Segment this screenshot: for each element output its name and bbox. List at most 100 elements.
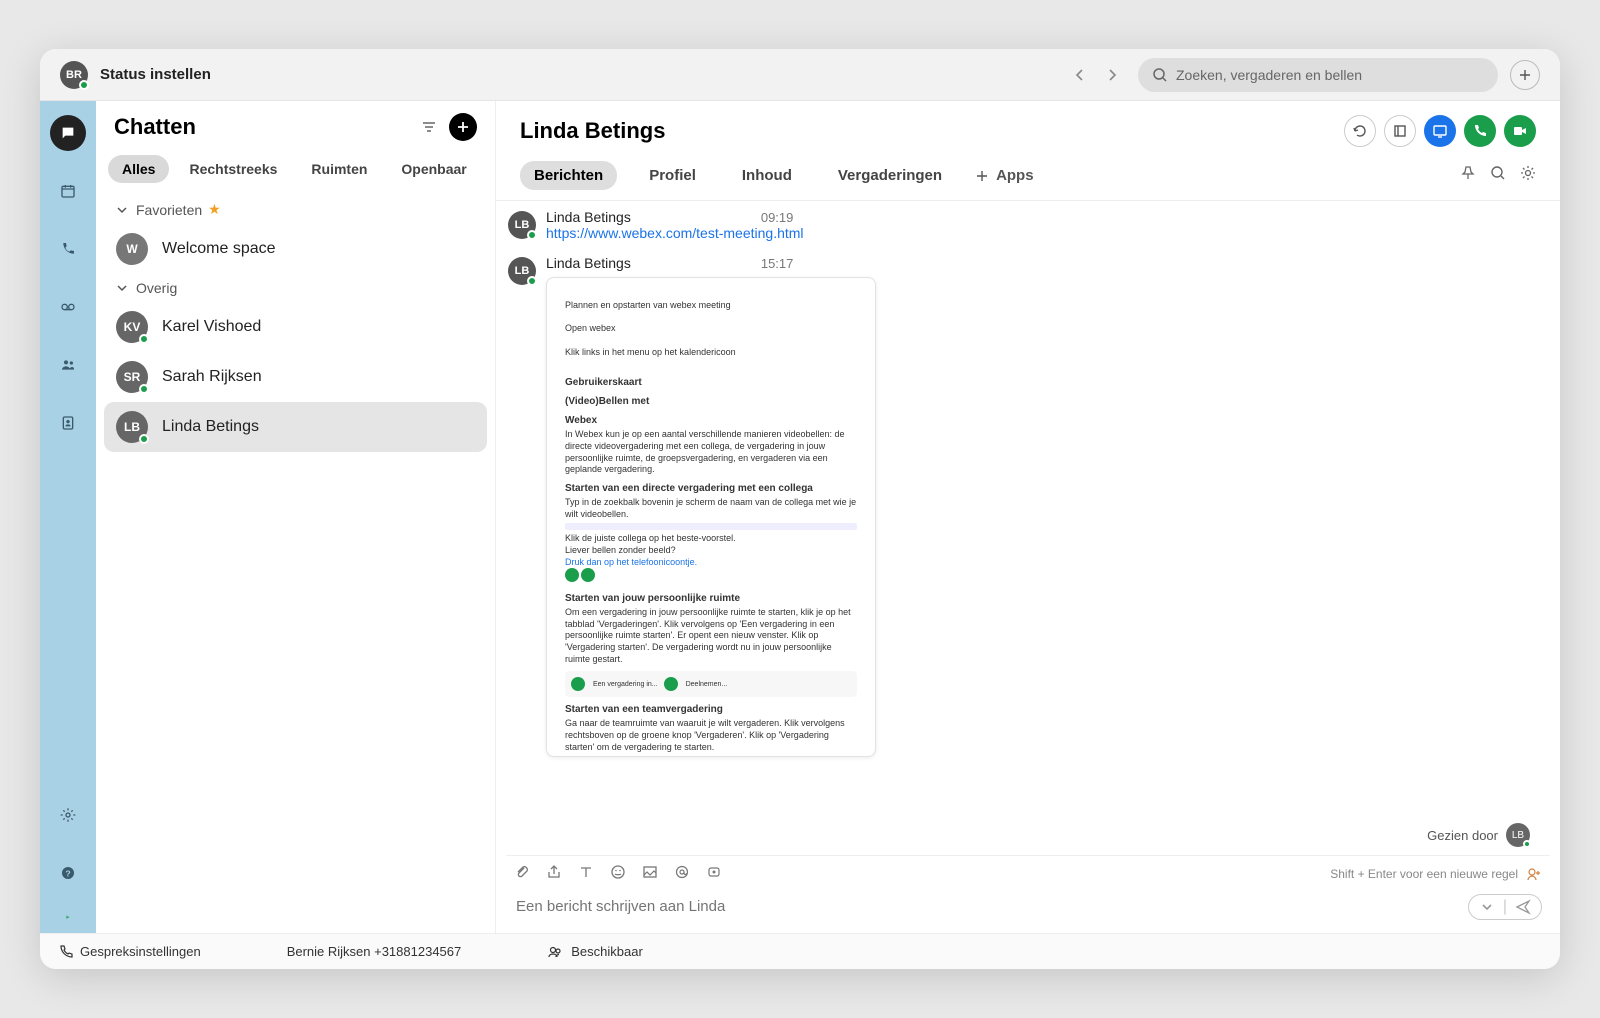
gear-icon <box>60 807 76 823</box>
refresh-button[interactable] <box>1344 115 1376 147</box>
meet-button[interactable] <box>1424 115 1456 147</box>
person-add-icon <box>1526 866 1542 882</box>
copy-link-button[interactable] <box>1384 115 1416 147</box>
sidebar-tab-rechtstreeks[interactable]: Rechtstreeks <box>175 155 291 183</box>
space-welcome[interactable]: W Welcome space <box>104 224 487 274</box>
self-avatar-initials: BR <box>66 69 82 81</box>
sidebar-tab-alles[interactable]: Alles <box>108 155 169 183</box>
audio-call-button[interactable] <box>1464 115 1496 147</box>
chat-tab-profiel[interactable]: Profiel <box>635 161 710 190</box>
seen-by-avatar[interactable]: LB <box>1506 823 1530 847</box>
document-attachment[interactable]: Plannen en opstarten van webex meeting O… <box>546 277 876 757</box>
seen-by-row: Gezien door LB <box>496 813 1560 855</box>
star-icon: ★ <box>208 201 221 218</box>
plus-icon <box>455 119 471 135</box>
rail-calendar[interactable] <box>50 173 86 209</box>
space-karel[interactable]: KV Karel Vishoed <box>104 302 487 352</box>
rail-messaging[interactable] <box>50 115 86 151</box>
send-icon <box>1515 899 1531 915</box>
search-in-space-button[interactable] <box>1490 165 1506 186</box>
message-item: LB Linda Betings 09:19 https://www.webex… <box>508 205 1530 251</box>
forward-button[interactable] <box>1098 61 1126 89</box>
attach-button[interactable] <box>514 864 530 884</box>
mention-button[interactable] <box>674 864 690 884</box>
space-avatar: LB <box>116 411 148 443</box>
search-icon <box>1152 67 1168 83</box>
plus-icon <box>974 168 990 184</box>
rail-voicemail[interactable] <box>50 289 86 325</box>
rail-teams[interactable] <box>50 347 86 383</box>
help-icon: ? <box>60 865 76 881</box>
message-link[interactable]: https://www.webex.com/test-meeting.html <box>546 225 1530 241</box>
svg-text:?: ? <box>65 868 70 878</box>
message-item: LB Linda Betings 15:17 Plannen en opstar… <box>508 251 1530 767</box>
presence-dot-icon <box>139 334 149 344</box>
chat-tab-berichten[interactable]: Berichten <box>520 161 617 190</box>
send-button[interactable]: | <box>1468 894 1542 920</box>
paperclip-icon <box>514 864 530 880</box>
chevron-down-icon <box>114 202 130 218</box>
at-icon <box>674 864 690 880</box>
export-icon <box>546 864 562 880</box>
emoji-button[interactable] <box>610 864 626 884</box>
screen-icon <box>1432 123 1448 139</box>
space-avatar: KV <box>116 311 148 343</box>
chat-tab-vergaderingen[interactable]: Vergaderingen <box>824 161 956 190</box>
set-status-button[interactable]: Status instellen <box>100 66 211 83</box>
chat-tab-apps[interactable]: Apps <box>974 167 1034 184</box>
search-icon <box>1490 165 1506 181</box>
chevron-left-icon <box>1072 67 1088 83</box>
self-avatar[interactable]: BR <box>60 61 88 89</box>
section-overig[interactable]: Overig <box>104 274 487 302</box>
pin-button[interactable] <box>1460 165 1476 186</box>
sender-avatar[interactable]: LB <box>508 211 536 239</box>
messages-list: LB Linda Betings 09:19 https://www.webex… <box>496 201 1560 813</box>
chat-tab-inhoud[interactable]: Inhoud <box>728 161 806 190</box>
section-favorieten[interactable]: Favorieten ★ <box>104 195 487 224</box>
chevron-right-icon <box>1104 67 1120 83</box>
availability-button[interactable]: Beschikbaar <box>547 944 643 960</box>
video-call-button[interactable] <box>1504 115 1536 147</box>
rail-contacts[interactable] <box>50 405 86 441</box>
text-format-icon <box>578 864 594 880</box>
personal-room-button[interactable] <box>706 864 722 884</box>
filter-button[interactable] <box>419 117 439 137</box>
presence-dot-icon <box>527 230 537 240</box>
presence-dot-icon <box>139 384 149 394</box>
screencap-button[interactable] <box>546 864 562 884</box>
gif-button[interactable] <box>642 864 658 884</box>
space-settings-button[interactable] <box>1520 165 1536 186</box>
call-settings-button[interactable]: Gespreksinstellingen <box>58 944 201 960</box>
sidebar-tab-openbaar[interactable]: Openbaar <box>387 155 480 183</box>
rail-settings[interactable] <box>50 797 86 833</box>
gear-icon <box>1520 165 1536 181</box>
rail-calling[interactable] <box>50 231 86 267</box>
search-input[interactable]: Zoeken, vergaderen en bellen <box>1138 58 1498 92</box>
chevron-down-icon <box>1479 899 1495 915</box>
pin-icon <box>1460 165 1476 181</box>
back-button[interactable] <box>1066 61 1094 89</box>
sidebar-tab-ruimten[interactable]: Ruimten <box>297 155 381 183</box>
brand-logo: ▸ <box>48 913 88 933</box>
filter-icon <box>421 119 437 135</box>
presence-dot-icon <box>79 80 89 90</box>
message-time: 09:19 <box>761 210 794 225</box>
new-action-button[interactable] <box>1510 60 1540 90</box>
presence-dot-icon <box>1523 840 1531 848</box>
presence-dot-icon <box>527 276 537 286</box>
chat-panel: Linda Betings Berichten Profiel Inhoud V… <box>496 101 1560 933</box>
space-name: Welcome space <box>162 240 276 258</box>
refresh-icon <box>1352 123 1368 139</box>
space-linda[interactable]: LB Linda Betings <box>104 402 487 452</box>
rail-help[interactable]: ? <box>50 855 86 891</box>
panel-icon <box>1392 123 1408 139</box>
format-button[interactable] <box>578 864 594 884</box>
video-icon <box>1512 123 1528 139</box>
statusbar: Gespreksinstellingen Bernie Rijksen +318… <box>40 933 1560 969</box>
people-icon <box>60 357 76 373</box>
message-input[interactable] <box>514 892 1458 921</box>
new-chat-button[interactable] <box>449 113 477 141</box>
space-sarah[interactable]: SR Sarah Rijksen <box>104 352 487 402</box>
sender-avatar[interactable]: LB <box>508 257 536 285</box>
image-icon <box>642 864 658 880</box>
